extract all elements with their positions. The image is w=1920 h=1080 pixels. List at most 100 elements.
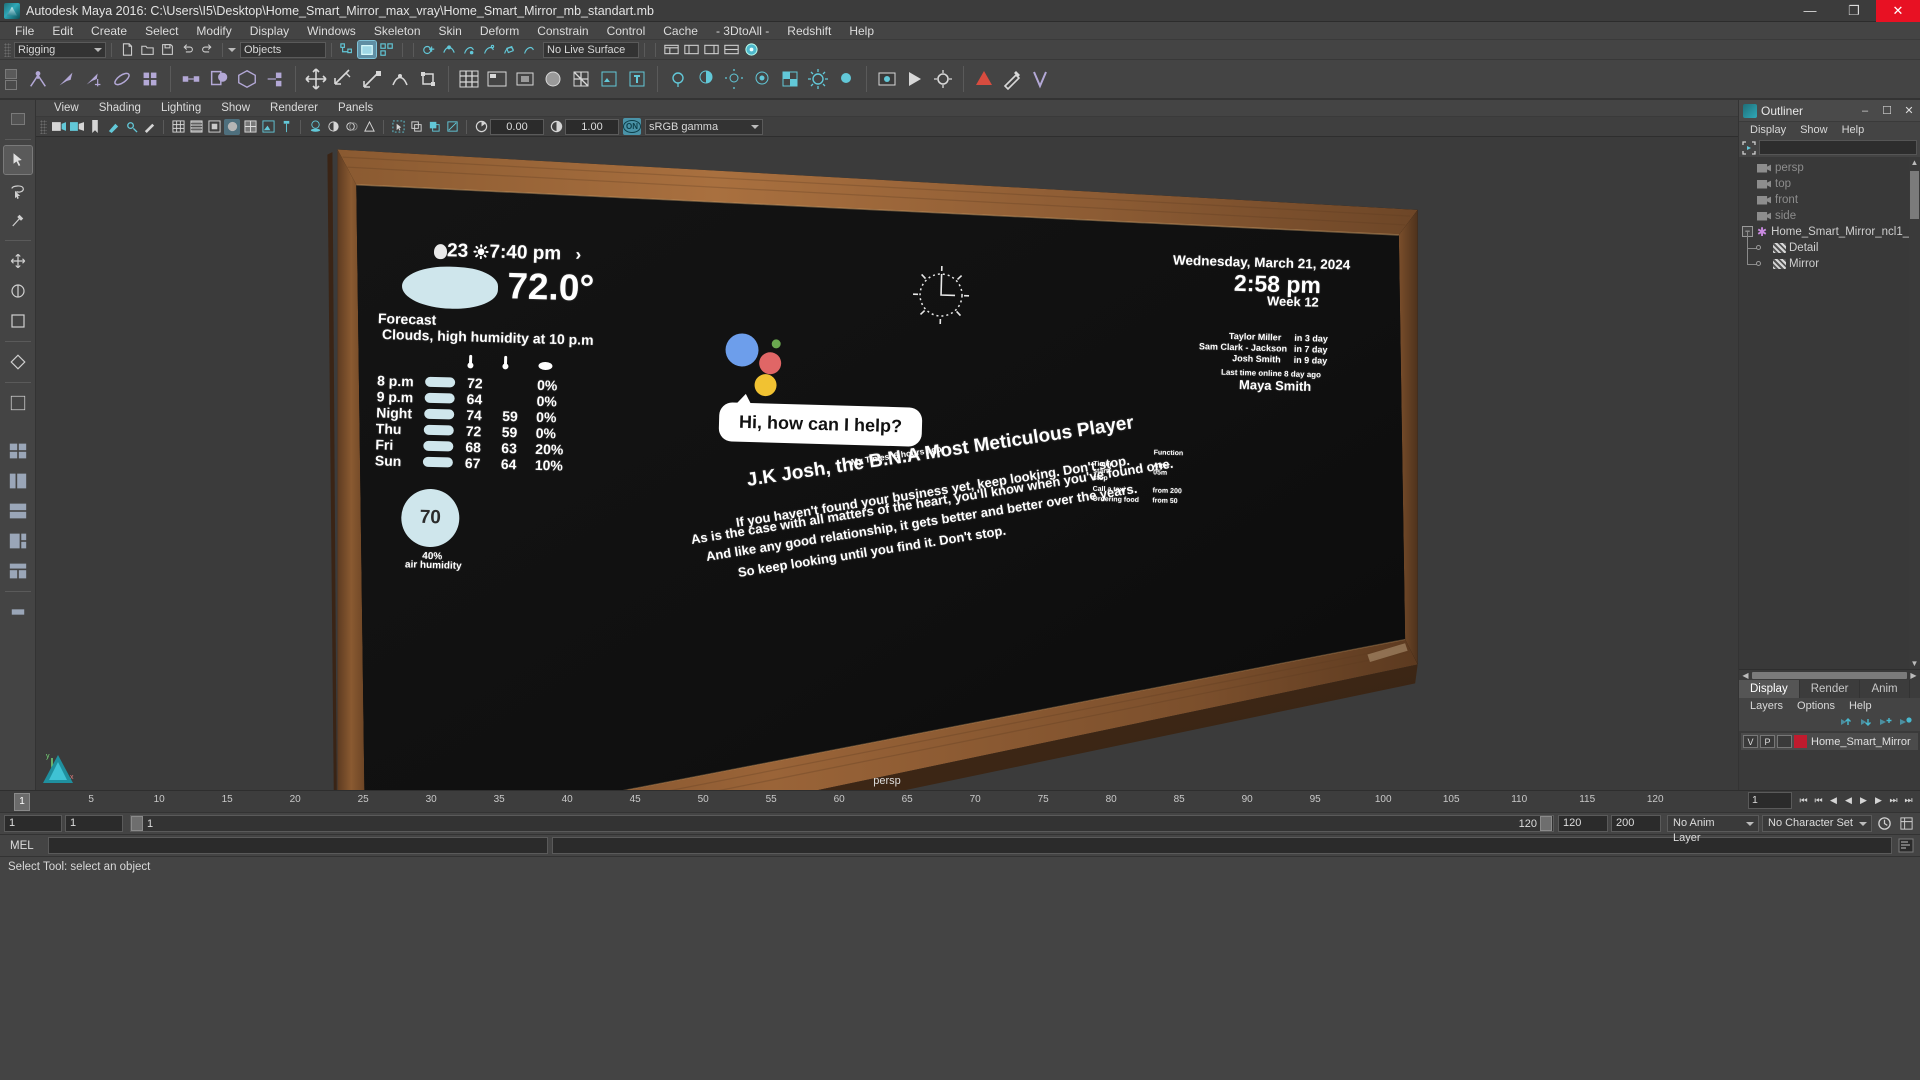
- point-light-button[interactable]: [721, 66, 747, 92]
- play-backwards-button[interactable]: ◀: [1841, 792, 1856, 809]
- wireframe-on-shaded-icon[interactable]: [242, 119, 258, 135]
- outliner-vertical-scrollbar[interactable]: ▲ ▼: [1909, 157, 1920, 669]
- outliner-search-input[interactable]: [1759, 140, 1917, 155]
- grease-pencil-icon[interactable]: [141, 119, 157, 135]
- layer-list[interactable]: V P Home_Smart_Mirror: [1739, 731, 1920, 790]
- range-slider[interactable]: 1 120: [130, 815, 1554, 832]
- paint-effects-button[interactable]: [999, 66, 1025, 92]
- render-current-frame-button[interactable]: [874, 66, 900, 92]
- menu-item-windows[interactable]: Windows: [298, 22, 365, 40]
- range-start-field[interactable]: 1: [4, 815, 62, 832]
- vector-render-button[interactable]: [1027, 66, 1053, 92]
- lasso-tool-button[interactable]: [4, 176, 32, 204]
- step-back-key-button[interactable]: ⏮: [1811, 792, 1826, 809]
- outliner-item-top[interactable]: top: [1739, 176, 1920, 192]
- ik-handle-tool-button[interactable]: [53, 66, 79, 92]
- render-view-button[interactable]: [742, 41, 760, 58]
- outliner-horizontal-scrollbar[interactable]: ◀ ▶: [1739, 669, 1920, 680]
- create-deformer-button[interactable]: [109, 66, 135, 92]
- ipr-render-button[interactable]: [902, 66, 928, 92]
- outliner-item-mirror[interactable]: Mirror: [1739, 248, 1920, 272]
- last-tool-used-button[interactable]: [4, 348, 32, 376]
- xray-joints-icon[interactable]: [426, 119, 442, 135]
- shaded-display-button[interactable]: [540, 66, 566, 92]
- toggle-grid-button[interactable]: [512, 66, 538, 92]
- new-scene-button[interactable]: [118, 41, 136, 58]
- outliner-tree[interactable]: persp top front side − ✱ Home_Smart_Mirr…: [1739, 157, 1920, 669]
- show-attribute-editor-button[interactable]: [662, 41, 680, 58]
- ambient-light-button[interactable]: [665, 66, 691, 92]
- redshift-render-button[interactable]: [971, 66, 997, 92]
- time-ruler[interactable]: 5 10 15 20 25 30 35 40 45 50 55 60 65 70…: [30, 791, 1730, 813]
- ik-spline-handle-button[interactable]: [81, 66, 107, 92]
- snap-to-view-plane-button[interactable]: [500, 41, 518, 58]
- menu-item-3dtoall[interactable]: - 3DtoAll -: [707, 22, 778, 40]
- layer-row[interactable]: V P Home_Smart_Mirror: [1741, 733, 1918, 750]
- range-end-field[interactable]: 1: [65, 815, 123, 832]
- object-select-button[interactable]: [357, 40, 377, 59]
- menu-item-cache[interactable]: Cache: [654, 22, 707, 40]
- create-layer-from-selected-button[interactable]: [1897, 715, 1914, 730]
- universal-manip-button[interactable]: [415, 66, 441, 92]
- outliner-menu-help[interactable]: Help: [1835, 124, 1872, 136]
- motion-blur-icon[interactable]: [343, 119, 359, 135]
- menu-item-constrain[interactable]: Constrain: [528, 22, 597, 40]
- show-tool-settings-button[interactable]: [682, 41, 700, 58]
- snap-to-grid-button[interactable]: [420, 41, 438, 58]
- scroll-left-icon[interactable]: ◀: [1741, 671, 1750, 680]
- minimize-button[interactable]: —: [1788, 0, 1832, 22]
- menu-item-edit[interactable]: Edit: [43, 22, 82, 40]
- viewport-menu-lighting[interactable]: Lighting: [151, 102, 211, 114]
- tab-anim[interactable]: Anim: [1860, 680, 1910, 698]
- shaded-mode-icon[interactable]: [224, 118, 240, 135]
- wireframe-on-shaded-button[interactable]: [568, 66, 594, 92]
- viewport-menu-shading[interactable]: Shading: [89, 102, 151, 114]
- time-slider[interactable]: 1 5 10 15 20 25 30 35 40 45 50 55 60 65 …: [0, 790, 1920, 812]
- outliner-close-button[interactable]: ✕: [1898, 101, 1920, 121]
- layout-persp-outliner-button[interactable]: [4, 467, 32, 495]
- rotate-tool-left-button[interactable]: [4, 277, 32, 305]
- move-layer-up-button[interactable]: [1837, 715, 1854, 730]
- script-editor-button[interactable]: [1896, 837, 1916, 855]
- layer-visibility-toggle[interactable]: V: [1743, 735, 1758, 748]
- menu-item-skeleton[interactable]: Skeleton: [365, 22, 430, 40]
- smooth-shade-selected-icon[interactable]: [206, 119, 222, 135]
- directional-light-button[interactable]: [693, 66, 719, 92]
- make-live-button[interactable]: [520, 41, 538, 58]
- select-tool-button[interactable]: [2, 145, 33, 175]
- outliner-item-detail[interactable]: Detail: [1739, 232, 1920, 256]
- play-forwards-button[interactable]: ▶: [1856, 792, 1871, 809]
- shadows-icon[interactable]: [307, 119, 323, 135]
- character-set-dropdown[interactable]: No Character Set: [1762, 815, 1872, 832]
- bookmark-icon[interactable]: [87, 119, 103, 135]
- show-outliner-button[interactable]: [722, 41, 740, 58]
- layout-single-button[interactable]: [4, 389, 32, 417]
- scale-tool-left-button[interactable]: [4, 307, 32, 335]
- move-tool-button[interactable]: [303, 66, 329, 92]
- color-management-toggle[interactable]: ON: [623, 118, 641, 135]
- outliner-item-side[interactable]: side: [1739, 208, 1920, 224]
- smart-mirror-3d-model[interactable]: [36, 137, 1738, 790]
- close-button[interactable]: ✕: [1876, 0, 1920, 22]
- menu-item-modify[interactable]: Modify: [187, 22, 240, 40]
- menu-item-control[interactable]: Control: [598, 22, 655, 40]
- outliner-menu-show[interactable]: Show: [1793, 124, 1835, 136]
- isolate-select-icon[interactable]: [390, 119, 406, 135]
- outliner-filter-icon[interactable]: [1742, 140, 1756, 155]
- exposure-field[interactable]: 0.00: [490, 118, 544, 135]
- outliner-maximize-button[interactable]: ☐: [1876, 101, 1898, 121]
- viewport-menu-view[interactable]: View: [44, 102, 89, 114]
- component-select-button[interactable]: [378, 41, 396, 58]
- scroll-down-icon[interactable]: ▼: [1910, 658, 1919, 669]
- scroll-thumb[interactable]: [1752, 671, 1907, 679]
- paint-select-tool-button[interactable]: [4, 206, 32, 234]
- wireframe-view-icon[interactable]: [170, 119, 186, 135]
- text-tool-button[interactable]: [624, 66, 650, 92]
- color-profile-dropdown[interactable]: sRGB gamma: [645, 118, 763, 135]
- snap-to-curve-button[interactable]: [440, 41, 458, 58]
- viewport-toolbar-grip[interactable]: [40, 119, 47, 134]
- image-plane-icon[interactable]: [105, 119, 121, 135]
- redo-button[interactable]: [198, 41, 216, 58]
- light-manip-button[interactable]: [833, 66, 859, 92]
- animation-preferences-button[interactable]: [1897, 815, 1916, 833]
